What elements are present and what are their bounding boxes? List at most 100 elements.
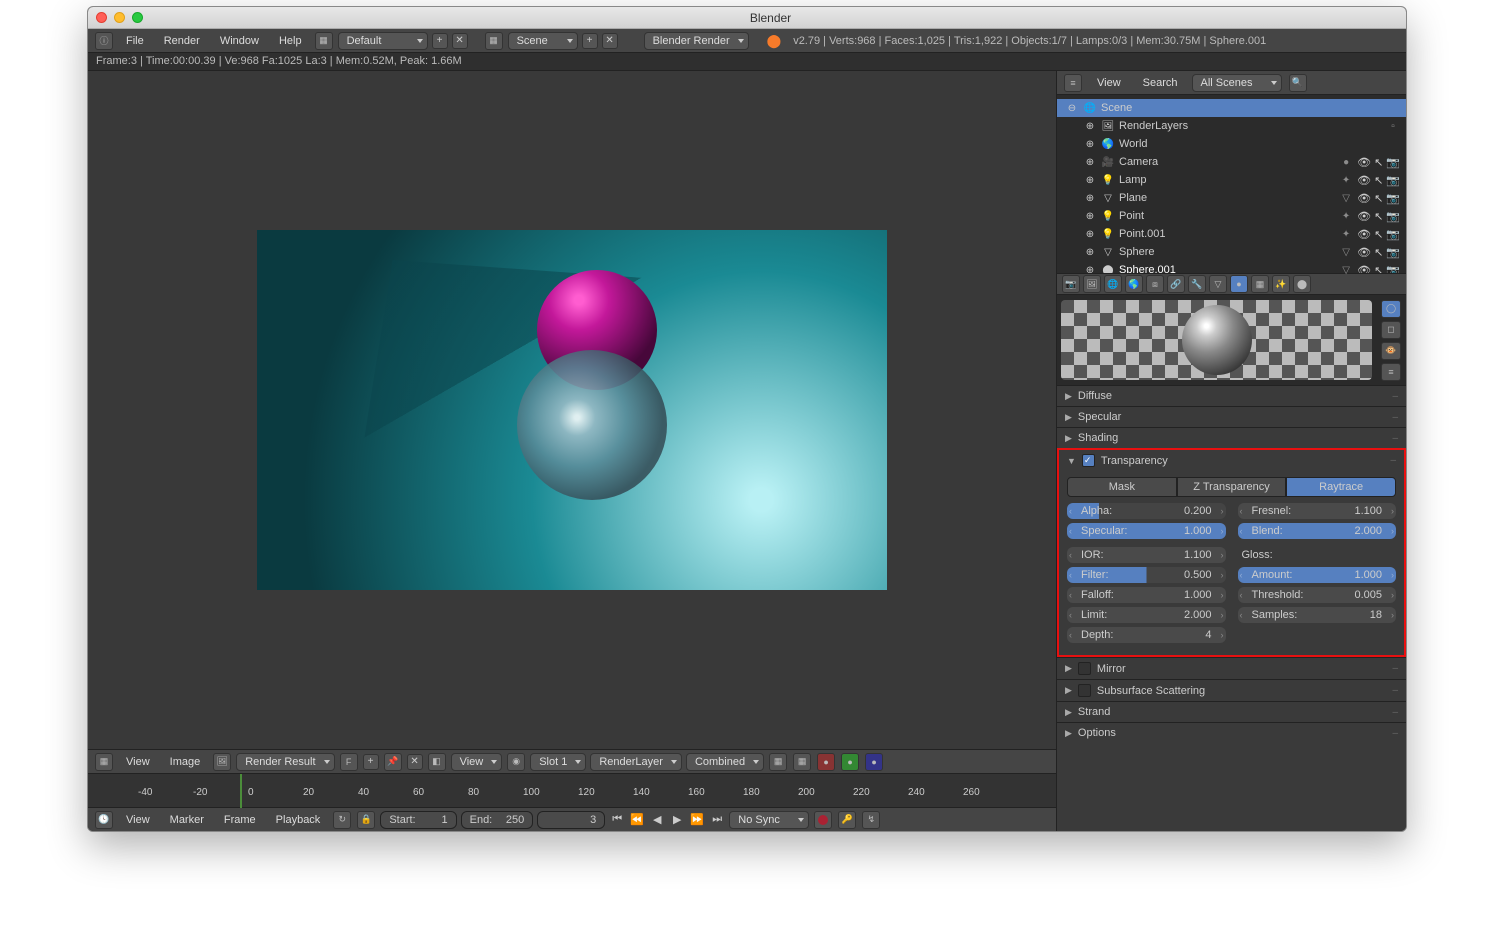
- selectable-icon[interactable]: ↖: [1374, 192, 1383, 205]
- keyframe-next-icon[interactable]: ⏩: [689, 813, 705, 827]
- image-add-button[interactable]: +: [363, 754, 379, 770]
- limit-field[interactable]: Limit:2.000: [1067, 607, 1226, 623]
- image-f-button[interactable]: F: [340, 753, 358, 771]
- outliner-item-renderlayers[interactable]: ⊕🖼RenderLayers▫: [1057, 117, 1406, 135]
- sss-enable-checkbox[interactable]: [1078, 684, 1091, 697]
- ior-field[interactable]: IOR:1.100: [1067, 547, 1226, 563]
- outliner-item-point-001[interactable]: ⊕💡Point.001✦👁↖📷: [1057, 225, 1406, 243]
- visibility-icon[interactable]: 👁: [1357, 210, 1371, 223]
- expand-icon[interactable]: ⊕: [1083, 227, 1097, 241]
- expand-icon[interactable]: ⊕: [1083, 209, 1097, 223]
- scene-picker-icon[interactable]: ▦: [485, 32, 503, 50]
- expand-icon[interactable]: ⊕: [1083, 173, 1097, 187]
- image-pin-icon[interactable]: 📌: [384, 753, 402, 771]
- expand-icon[interactable]: ⊕: [1083, 191, 1097, 205]
- fresnel-field[interactable]: Fresnel:1.100: [1238, 503, 1397, 519]
- play-reverse-icon[interactable]: ◀: [649, 813, 665, 827]
- samples-field[interactable]: Samples:18: [1238, 607, 1397, 623]
- channel-a-icon[interactable]: ▦: [793, 753, 811, 771]
- slot-dropdown[interactable]: Slot 1: [530, 753, 586, 771]
- tl-menu-playback[interactable]: Playback: [268, 811, 329, 829]
- channel-b-icon[interactable]: ●: [865, 753, 883, 771]
- pass-dropdown[interactable]: Combined: [686, 753, 764, 771]
- prop-tab-modifiers[interactable]: 🔧: [1188, 275, 1206, 293]
- end-frame-field[interactable]: End:250: [461, 811, 534, 829]
- render-visibility-icon[interactable]: 📷: [1386, 228, 1400, 241]
- scene-dropdown[interactable]: Scene: [508, 32, 578, 50]
- prop-tab-data[interactable]: ▽: [1209, 275, 1227, 293]
- outliner-item-scene[interactable]: ⊖🌐Scene: [1057, 99, 1406, 117]
- expand-icon[interactable]: ⊕: [1083, 137, 1097, 151]
- outliner-item-lamp[interactable]: ⊕💡Lamp✦👁↖📷: [1057, 171, 1406, 189]
- prop-tab-object[interactable]: ⧈: [1146, 275, 1164, 293]
- outliner-item-point[interactable]: ⊕💡Point✦👁↖📷: [1057, 207, 1406, 225]
- menu-render[interactable]: Render: [156, 32, 208, 50]
- prop-tab-render[interactable]: 📷: [1062, 275, 1080, 293]
- renderlayer-dropdown[interactable]: RenderLayer: [590, 753, 682, 771]
- tl-lock-icon[interactable]: 🔒: [357, 811, 375, 829]
- play-icon[interactable]: ▶: [669, 813, 685, 827]
- panel-sss[interactable]: ▶Subsurface Scattering–: [1057, 680, 1406, 701]
- outliner-tree[interactable]: ⊖🌐Scene⊕🖼RenderLayers▫⊕🌎World⊕🎥Camera●👁↖…: [1057, 95, 1406, 273]
- render-visibility-icon[interactable]: 📷: [1386, 192, 1400, 205]
- menu-help[interactable]: Help: [271, 32, 310, 50]
- visibility-icon[interactable]: 👁: [1357, 228, 1371, 241]
- outliner-menu-view[interactable]: View: [1089, 74, 1129, 92]
- prop-tab-physics[interactable]: ⬤: [1293, 275, 1311, 293]
- tl-repeat-icon[interactable]: ↻: [333, 811, 351, 829]
- expand-icon[interactable]: ⊕: [1083, 155, 1097, 169]
- jump-start-icon[interactable]: ⏮: [609, 813, 625, 827]
- image-editor-type-icon[interactable]: ▦: [95, 753, 113, 771]
- visibility-icon[interactable]: 👁: [1357, 192, 1371, 205]
- render-visibility-icon[interactable]: 📷: [1386, 210, 1400, 223]
- preview-type-hair-icon[interactable]: ≡: [1381, 363, 1401, 381]
- layout-dropdown[interactable]: Default: [338, 32, 428, 50]
- selectable-icon[interactable]: ↖: [1374, 228, 1383, 241]
- layout-close-button[interactable]: ✕: [452, 33, 468, 49]
- tl-menu-marker[interactable]: Marker: [162, 811, 212, 829]
- layout-add-button[interactable]: +: [432, 33, 448, 49]
- outliner-item-camera[interactable]: ⊕🎥Camera●👁↖📷: [1057, 153, 1406, 171]
- outliner-item-world[interactable]: ⊕🌎World: [1057, 135, 1406, 153]
- outliner-filter-dropdown[interactable]: All Scenes: [1192, 74, 1282, 92]
- prop-tab-particles[interactable]: ✨: [1272, 275, 1290, 293]
- panel-options[interactable]: ▶Options–: [1057, 723, 1406, 743]
- panel-shading[interactable]: ▶Shading–: [1057, 428, 1406, 448]
- image-close-button[interactable]: ✕: [407, 754, 423, 770]
- start-frame-field[interactable]: Start:1: [380, 811, 456, 829]
- alpha-field[interactable]: Alpha:0.200: [1067, 503, 1226, 519]
- falloff-field[interactable]: Falloff:1.000: [1067, 587, 1226, 603]
- keying-set-icon[interactable]: 🔑: [838, 811, 856, 829]
- threshold-field[interactable]: Threshold:0.005: [1238, 587, 1397, 603]
- blend-field[interactable]: Blend:2.000: [1238, 523, 1397, 539]
- outliner-search-icon[interactable]: 🔍: [1289, 74, 1307, 92]
- layout-picker-icon[interactable]: ▦: [315, 32, 333, 50]
- prop-tab-scene[interactable]: 🌐: [1104, 275, 1122, 293]
- image-browse-icon[interactable]: 🖼: [213, 753, 231, 771]
- preview-type-monkey-icon[interactable]: 🐵: [1381, 342, 1401, 360]
- keyframe-prev-icon[interactable]: ⏪: [629, 813, 645, 827]
- mirror-enable-checkbox[interactable]: [1078, 662, 1091, 675]
- sync-dropdown[interactable]: No Sync: [729, 811, 809, 829]
- expand-icon[interactable]: ⊕: [1083, 119, 1097, 133]
- visibility-icon[interactable]: 👁: [1357, 174, 1371, 187]
- visibility-icon[interactable]: 👁: [1357, 156, 1371, 169]
- expand-icon[interactable]: ⊖: [1065, 101, 1079, 115]
- outliner-editor-type-icon[interactable]: ≡: [1064, 74, 1082, 92]
- prop-tab-world[interactable]: 🌎: [1125, 275, 1143, 293]
- image-menu-image[interactable]: Image: [162, 753, 209, 771]
- view-mode-dropdown[interactable]: View: [451, 753, 503, 771]
- transparency-mode-mask[interactable]: Mask: [1067, 477, 1177, 497]
- outliner-item-sphere[interactable]: ⊕▽Sphere▽👁↖📷: [1057, 243, 1406, 261]
- maximize-window-button[interactable]: [132, 12, 143, 23]
- preview-type-sphere-icon[interactable]: ◯: [1381, 300, 1401, 318]
- channel-r-icon[interactable]: ●: [817, 753, 835, 771]
- specular-field[interactable]: Specular:1.000: [1067, 523, 1226, 539]
- depth-field[interactable]: Depth:4: [1067, 627, 1226, 643]
- transparency-enable-checkbox[interactable]: [1082, 454, 1095, 467]
- panel-mirror[interactable]: ▶Mirror–: [1057, 658, 1406, 679]
- timeline-track[interactable]: -40-200204060801001201401601802002202402…: [88, 773, 1056, 807]
- selectable-icon[interactable]: ↖: [1374, 156, 1383, 169]
- minimize-window-button[interactable]: [114, 12, 125, 23]
- render-visibility-icon[interactable]: 📷: [1386, 246, 1400, 259]
